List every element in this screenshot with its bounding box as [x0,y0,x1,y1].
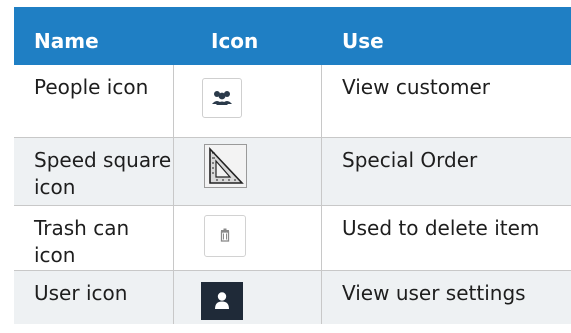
table-row: Speed square icon Special Order [14,138,571,206]
row-icon-cell [174,271,322,324]
header-use: Use [342,29,384,53]
speed-square-icon [204,144,247,188]
row-use: Used to delete item [342,216,540,240]
table-row: User icon View user settings [14,271,571,324]
header-name: Name [34,29,99,53]
row-icon-cell [174,65,322,137]
user-icon [201,282,243,320]
row-use: View customer [342,75,490,99]
row-icon-cell [174,138,322,205]
table-row: Trash can icon Used to delete item [14,206,571,271]
row-use: View user settings [342,281,526,305]
trash-can-icon [204,215,246,257]
row-use: Special Order [342,148,478,172]
row-icon-cell [174,206,322,270]
row-name: Speed square icon [14,138,174,205]
people-icon [202,78,242,118]
table-header: Name Icon Use [14,7,571,65]
header-icon: Icon [211,29,259,53]
icon-reference-table: Name Icon Use People icon View customer … [14,7,571,324]
row-name: Trash can icon [14,206,174,270]
table-row: People icon View customer [14,65,571,138]
row-name: User icon [14,271,174,324]
row-name: People icon [14,65,174,137]
